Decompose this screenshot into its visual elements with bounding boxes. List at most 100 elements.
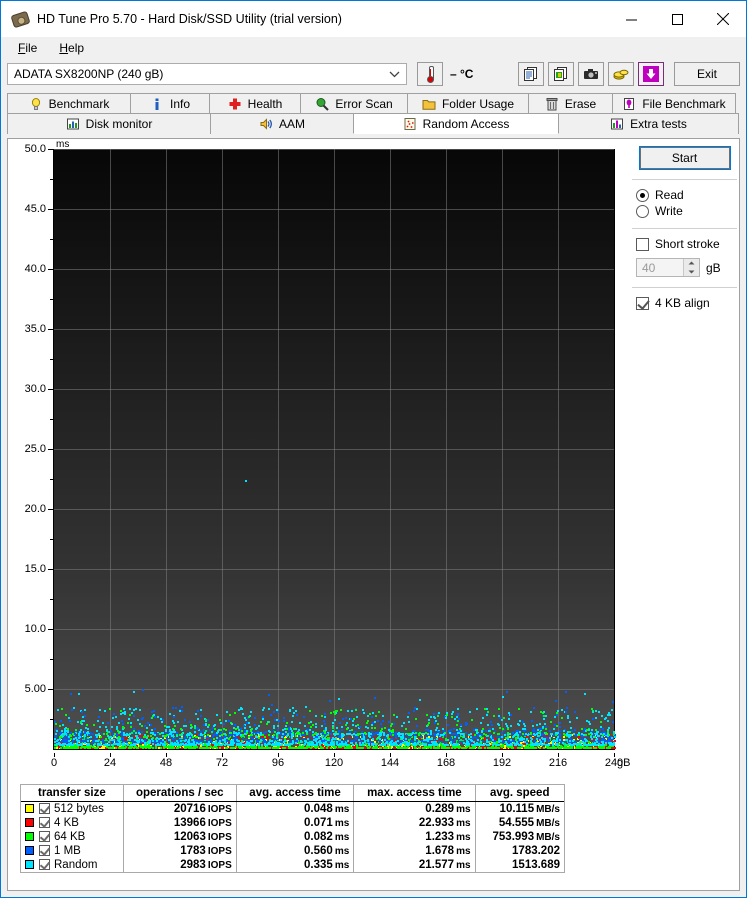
data-point	[302, 715, 305, 718]
data-point	[519, 731, 522, 734]
data-point	[414, 735, 417, 738]
data-point	[437, 723, 440, 726]
short-stroke-stepper[interactable]: 40	[636, 258, 700, 277]
data-point	[174, 743, 177, 746]
transfer-size-cell[interactable]: 4 KB	[21, 816, 124, 830]
data-point	[501, 741, 504, 744]
radio-write[interactable]: Write	[636, 204, 739, 218]
x-axis-tick-label: 120	[324, 757, 344, 769]
tab-extra-tests[interactable]: Extra tests	[558, 113, 739, 134]
data-point	[212, 735, 215, 738]
tab-info[interactable]: Info	[130, 93, 210, 114]
stepper-down[interactable]	[684, 267, 699, 276]
red-cross-icon	[228, 97, 242, 111]
data-point	[213, 728, 216, 731]
data-point	[284, 724, 287, 727]
data-point	[126, 721, 129, 724]
tab-folder-usage[interactable]: Folder Usage	[407, 93, 529, 114]
hd-tune-window: HD Tune Pro 5.70 - Hard Disk/SSD Utility…	[0, 0, 747, 898]
data-point	[355, 725, 358, 728]
data-point	[133, 708, 136, 711]
align-checkbox[interactable]: 4 KB align	[636, 296, 739, 310]
exit-button[interactable]: Exit	[674, 62, 740, 86]
close-button[interactable]	[700, 1, 746, 37]
y-axis-tick-label: 10.0	[24, 623, 46, 635]
menu-help[interactable]: Help	[50, 39, 93, 57]
data-point	[544, 743, 547, 746]
data-point	[407, 711, 410, 714]
data-point	[205, 736, 208, 739]
tab-file-benchmark[interactable]: File Benchmark	[612, 93, 736, 114]
device-select[interactable]: ADATA SX8200NP (240 gB)	[7, 63, 407, 85]
tab-erase[interactable]: Erase	[528, 93, 613, 114]
radio-read[interactable]: Read	[636, 188, 739, 202]
data-point	[169, 712, 172, 715]
data-point	[281, 728, 284, 731]
data-point	[96, 720, 99, 723]
tab-random-access[interactable]: Random Access	[353, 113, 559, 134]
donate-button[interactable]	[608, 62, 634, 86]
series-checkbox[interactable]	[39, 803, 50, 814]
data-point	[205, 718, 208, 721]
data-point	[83, 733, 86, 736]
y-axis-tick	[48, 569, 54, 570]
data-point	[556, 744, 559, 746]
tab-error-scan[interactable]: Error Scan	[300, 93, 408, 114]
transfer-size-cell[interactable]: 512 bytes	[21, 801, 124, 816]
data-point	[464, 744, 467, 746]
data-point	[60, 720, 63, 723]
stepper-up[interactable]	[684, 259, 699, 268]
data-point	[524, 733, 527, 736]
data-point	[276, 724, 279, 727]
short-stroke-checkbox[interactable]: Short stroke	[636, 237, 739, 251]
align-checkbox-input[interactable]	[636, 296, 649, 310]
data-point	[260, 738, 263, 741]
tab-aam[interactable]: AAM	[210, 113, 354, 134]
data-point	[425, 713, 428, 716]
data-point	[520, 744, 523, 746]
data-point	[418, 744, 421, 746]
data-point	[594, 709, 597, 712]
data-point	[235, 743, 238, 746]
data-point	[432, 713, 435, 715]
random-access-panel: ms 5.00 10.0 15.0 20.0 25.0 30.0 35.0 40.0 45.0 5…	[7, 138, 740, 891]
tab-disk-monitor[interactable]: Disk monitor	[7, 113, 211, 134]
data-point	[379, 722, 382, 725]
data-point	[486, 711, 489, 714]
data-point	[296, 714, 299, 717]
data-point	[159, 717, 162, 720]
tab-benchmark[interactable]: Benchmark	[7, 93, 131, 114]
minimize-button[interactable]	[608, 1, 654, 37]
stepper-buttons[interactable]	[683, 259, 699, 276]
table-body: 512 bytes 20716 IOPS 0.048 ms 0.289 ms 10.115 MB…	[21, 801, 564, 872]
data-point	[583, 743, 586, 746]
tab-health[interactable]: Health	[209, 93, 301, 114]
copy-image-button[interactable]	[548, 62, 574, 86]
short-stroke-checkbox-input[interactable]	[636, 237, 649, 251]
series-label: 4 KB	[54, 817, 79, 829]
maximize-button[interactable]	[654, 1, 700, 37]
data-point	[133, 739, 136, 742]
menu-file[interactable]: File	[9, 39, 46, 57]
data-point	[324, 712, 327, 715]
folder-icon	[422, 97, 436, 111]
data-point	[88, 743, 91, 746]
bar-chart-icon	[66, 117, 80, 131]
download-button[interactable]	[638, 62, 664, 86]
data-point	[107, 721, 109, 724]
radio-write-input[interactable]	[636, 204, 649, 218]
column-header: operations / sec	[123, 785, 237, 802]
copy-text-button[interactable]	[518, 62, 544, 86]
data-point	[67, 728, 70, 730]
screenshot-button[interactable]	[578, 62, 604, 86]
start-button[interactable]: Start	[638, 146, 731, 170]
data-point	[347, 709, 350, 712]
radio-read-input[interactable]	[636, 188, 649, 202]
data-point	[470, 719, 473, 721]
data-point	[333, 744, 335, 746]
x-axis-tick	[558, 753, 559, 757]
series-checkbox[interactable]	[39, 817, 50, 828]
data-point	[390, 723, 393, 726]
data-point	[553, 715, 556, 718]
data-point	[462, 733, 465, 736]
